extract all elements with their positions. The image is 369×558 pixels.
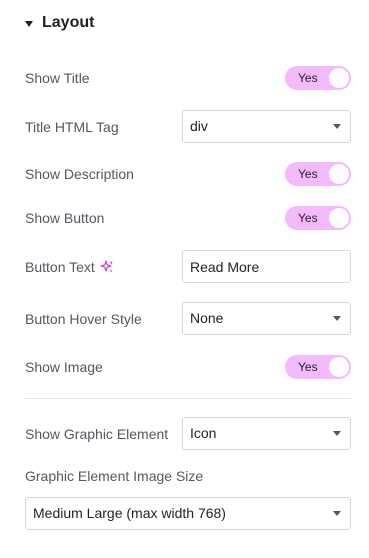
toggle-knob <box>329 68 349 88</box>
select-value: Icon <box>190 425 217 441</box>
button-hover-style-select[interactable]: None <box>182 302 351 335</box>
toggle-text: Yes <box>298 167 318 181</box>
section-title: Layout <box>42 14 95 31</box>
graphic-element-image-size-select[interactable]: Medium Large (max width 768) <box>25 497 351 530</box>
control-show-title: Show Title Yes <box>25 66 351 90</box>
toggle-knob <box>329 164 349 184</box>
show-description-toggle[interactable]: Yes <box>285 162 351 186</box>
control-button-text: Button Text <box>25 250 351 283</box>
chevron-down-icon <box>333 511 341 516</box>
title-html-tag-label: Title HTML Tag <box>25 118 119 135</box>
control-show-button: Show Button Yes <box>25 206 351 230</box>
show-image-label: Show Image <box>25 359 103 375</box>
button-hover-style-label: Button Hover Style <box>25 310 142 327</box>
show-title-toggle[interactable]: Yes <box>285 66 351 90</box>
section-header-layout[interactable]: Layout <box>25 12 94 34</box>
select-value: div <box>190 118 208 134</box>
toggle-text: Yes <box>298 211 318 225</box>
show-graphic-element-label: Show Graphic Element <box>25 425 169 442</box>
control-show-description: Show Description Yes <box>25 162 351 186</box>
control-show-graphic-element: Show Graphic Element Icon <box>25 417 351 450</box>
graphic-element-image-size-label: Graphic Element Image Size <box>25 468 204 484</box>
chevron-down-icon <box>333 124 341 129</box>
section-divider <box>25 398 351 399</box>
chevron-down-icon <box>333 431 341 436</box>
caret-down-icon <box>25 20 33 27</box>
button-text-label: Button Text <box>25 258 95 275</box>
control-show-image: Show Image Yes <box>25 355 351 379</box>
show-button-toggle[interactable]: Yes <box>285 206 351 230</box>
show-description-label: Show Description <box>25 166 134 182</box>
show-button-label: Show Button <box>25 210 105 226</box>
control-graphic-element-image-size-label-row: Graphic Element Image Size <box>25 466 351 486</box>
title-html-tag-select[interactable]: div <box>182 110 351 143</box>
control-button-hover-style: Button Hover Style None <box>25 302 351 335</box>
sparkle-icon[interactable] <box>100 259 114 274</box>
button-text-input[interactable] <box>183 251 350 282</box>
select-value: None <box>190 310 224 326</box>
show-title-label: Show Title <box>25 70 90 86</box>
chevron-down-icon <box>333 316 341 321</box>
show-graphic-element-select[interactable]: Icon <box>182 417 351 450</box>
select-value: Medium Large (max width 768) <box>33 505 226 521</box>
toggle-knob <box>329 357 349 377</box>
toggle-text: Yes <box>298 360 318 374</box>
control-title-html-tag: Title HTML Tag div <box>25 110 351 143</box>
button-text-input-group <box>182 250 351 283</box>
toggle-text: Yes <box>298 71 318 85</box>
show-image-toggle[interactable]: Yes <box>285 355 351 379</box>
toggle-knob <box>329 208 349 228</box>
